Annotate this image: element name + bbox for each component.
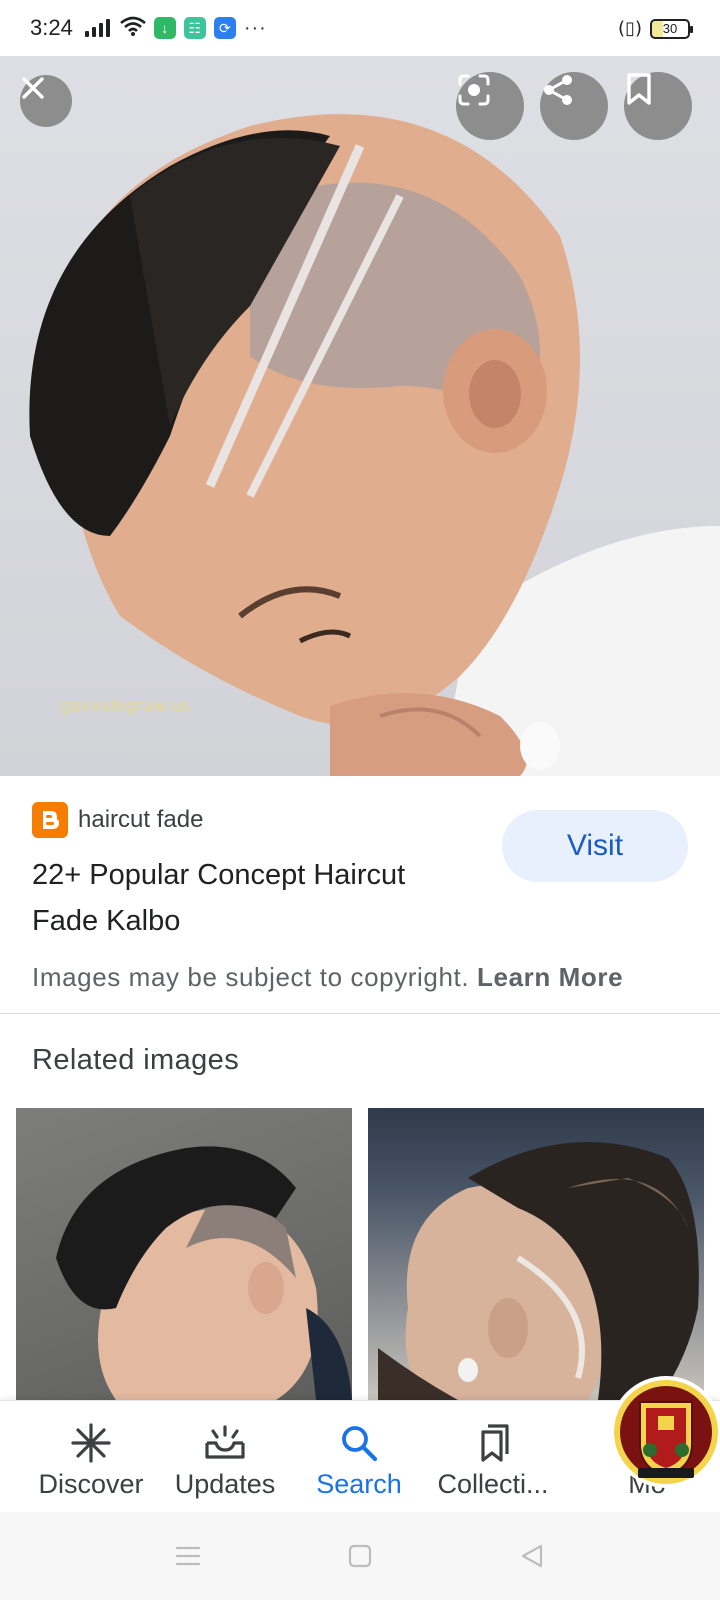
related-images-heading: Related images xyxy=(32,1044,240,1076)
status-bar: 3:24 ↓ ☷ ⟳ ··· (▯) 30 xyxy=(0,0,720,56)
more-notifications-icon: ··· xyxy=(243,16,267,39)
wifi-icon xyxy=(119,16,146,41)
hero-image[interactable]: gavindegraw.us xyxy=(0,56,720,776)
source-row[interactable]: haircut fade xyxy=(32,802,203,838)
sync-notification-icon: ⟳ xyxy=(213,17,236,39)
image-watermark: gavindegraw.us xyxy=(60,696,190,715)
signal-icon xyxy=(84,19,110,37)
nav-label: Search xyxy=(316,1469,402,1499)
asterisk-icon xyxy=(69,1421,113,1465)
status-time: 3:24 xyxy=(30,15,73,40)
home-button[interactable] xyxy=(342,1540,378,1572)
battery-level: 30 xyxy=(662,21,678,36)
related-image-1[interactable] xyxy=(16,1108,352,1400)
copyright-text: Images may be subject to copyright. xyxy=(32,962,470,992)
source-name: haircut fade xyxy=(78,806,204,833)
back-button[interactable] xyxy=(514,1540,550,1572)
collections-icon xyxy=(471,1421,515,1465)
close-icon xyxy=(22,77,44,99)
updates-tray-icon xyxy=(203,1421,247,1465)
search-icon xyxy=(337,1421,381,1465)
profile-avatar[interactable] xyxy=(610,1372,720,1492)
close-button[interactable] xyxy=(20,75,72,127)
menu-icon xyxy=(175,1546,201,1566)
lens-button[interactable] xyxy=(456,72,524,140)
nav-label: Discover xyxy=(38,1469,144,1499)
nav-discover[interactable]: Discover xyxy=(24,1401,158,1513)
divider xyxy=(0,1013,720,1014)
vibrate-icon: (▯) xyxy=(618,18,642,39)
back-triangle-icon xyxy=(521,1544,543,1568)
save-button[interactable] xyxy=(624,72,692,140)
school-seal-logo xyxy=(610,1376,720,1488)
share-icon xyxy=(544,75,572,105)
nav-updates[interactable]: Updates xyxy=(158,1401,292,1513)
bookmark-icon xyxy=(627,73,651,105)
copyright-notice: Images may be subject to copyright. Lear… xyxy=(32,962,623,993)
lens-icon xyxy=(458,74,490,106)
share-button[interactable] xyxy=(540,72,608,140)
app-notification-icon: ☷ xyxy=(183,17,206,39)
nav-collections[interactable]: Collecti... xyxy=(426,1401,560,1513)
result-title[interactable]: 22+ Popular Concept Haircut Fade Kalbo xyxy=(32,852,472,944)
learn-more-link[interactable]: Learn More xyxy=(477,962,623,992)
download-notification-icon: ↓ xyxy=(153,17,176,39)
blogger-icon xyxy=(32,802,68,838)
home-square-icon xyxy=(348,1544,372,1568)
recent-apps-button[interactable] xyxy=(170,1540,206,1572)
battery-icon: 30 xyxy=(650,18,693,39)
nav-label: Updates xyxy=(174,1469,276,1499)
haircut-photo xyxy=(29,114,720,776)
system-navigation-bar xyxy=(0,1512,720,1600)
related-image-2[interactable] xyxy=(368,1108,704,1400)
nav-search[interactable]: Search xyxy=(292,1401,426,1513)
visit-button[interactable]: Visit xyxy=(502,810,688,882)
nav-label: Collecti... xyxy=(437,1469,549,1499)
status-right: (▯) 30 xyxy=(618,18,693,39)
